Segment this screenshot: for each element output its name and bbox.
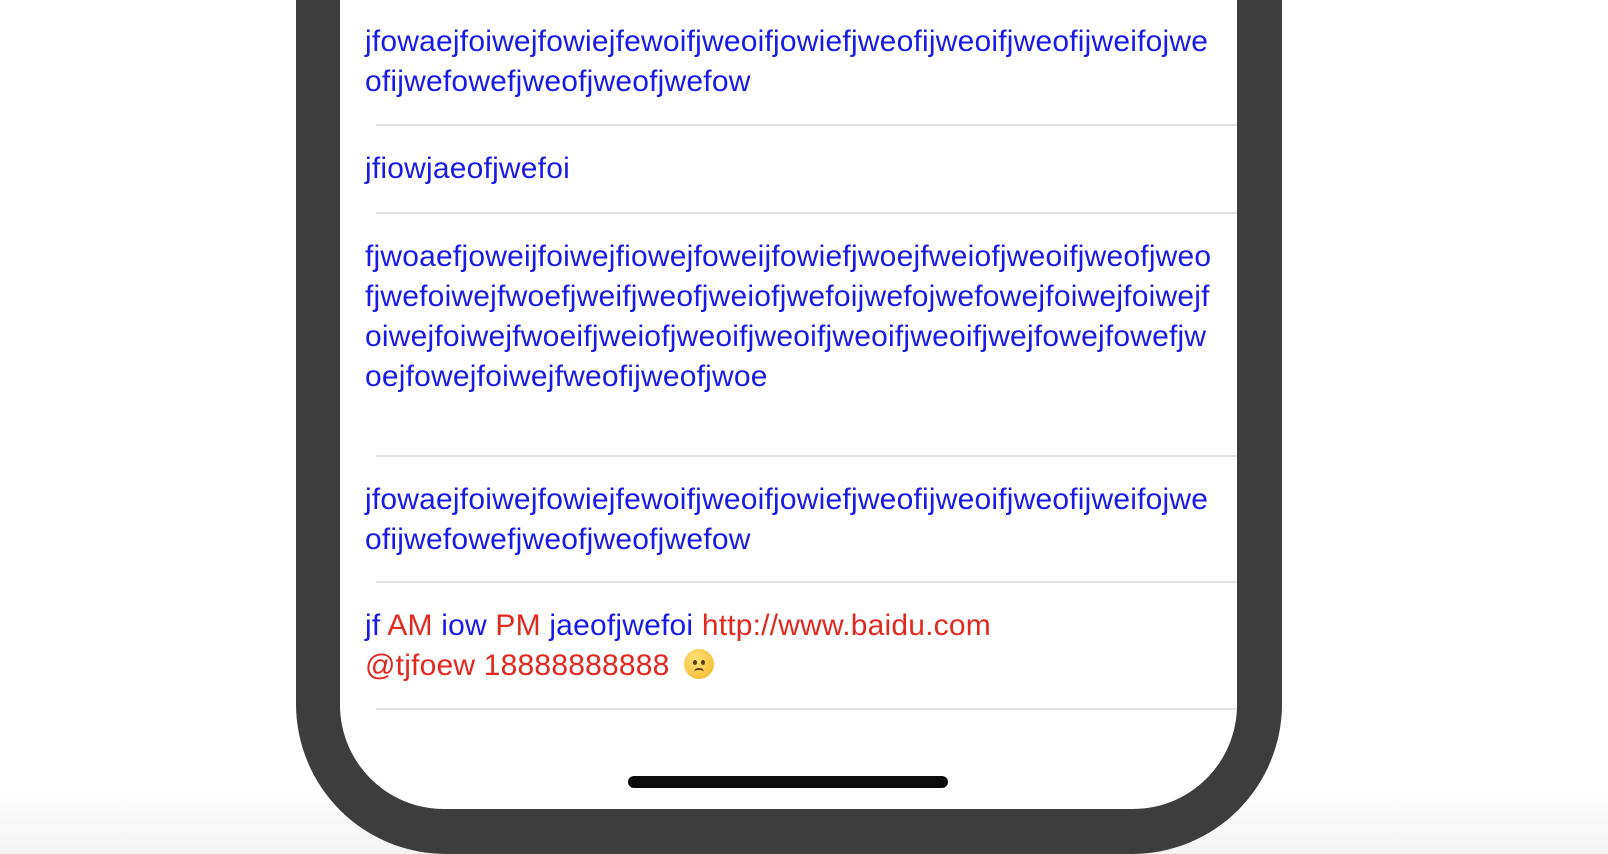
- plain-text: jaeofjwefoi: [540, 609, 702, 642]
- plain-text: iow: [432, 609, 496, 642]
- phone-screen: jfowaejfoiwejfowiejfewoifjweoifjowiefjwe…: [340, 0, 1237, 809]
- worried-face-emoji-icon: [684, 649, 715, 679]
- mention-link[interactable]: @tjfoew: [365, 649, 475, 682]
- time-am-link[interactable]: AM: [387, 609, 432, 642]
- table-cell[interactable]: jfiowjaeofjwefoi: [340, 126, 1237, 212]
- home-indicator[interactable]: [628, 776, 948, 788]
- phone-link[interactable]: 18888888888: [484, 649, 670, 682]
- table-cell-rich-text[interactable]: jf AM iow PM jaeofjwefoi http://www.baid…: [340, 583, 1237, 708]
- cell-text: jfowaejfoiwejfowiejfewoifjweoifjowiefjwe…: [365, 483, 1209, 556]
- plain-text: jf: [365, 609, 388, 642]
- cell-separator: [376, 708, 1237, 710]
- table-cell[interactable]: jfowaejfoiwejfowiejfewoifjweoifjowiefjwe…: [340, 0, 1237, 124]
- table-cell[interactable]: fjwoaefjoweijfoiwejfiowejfoweijfowiefjwo…: [340, 214, 1237, 455]
- time-pm-link[interactable]: PM: [495, 609, 540, 642]
- cell-text: jfowaejfoiwejfowiejfewoifjweoifjowiefjwe…: [365, 25, 1209, 98]
- table-view[interactable]: jfowaejfoiwejfowiejfewoifjweoifjowiefjwe…: [340, 0, 1237, 710]
- table-cell[interactable]: jfowaejfoiwejfowiejfewoifjweoifjowiefjwe…: [340, 457, 1237, 581]
- simulator-stage: jfowaejfoiwejfowiejfewoifjweoifjowiefjwe…: [0, 0, 1608, 854]
- cell-text: fjwoaefjoweijfoiwejfiowejfoweijfowiefjwo…: [365, 240, 1212, 393]
- url-link[interactable]: http://www.baidu.com: [702, 609, 991, 642]
- cell-text: jfiowjaeofjwefoi: [365, 152, 570, 185]
